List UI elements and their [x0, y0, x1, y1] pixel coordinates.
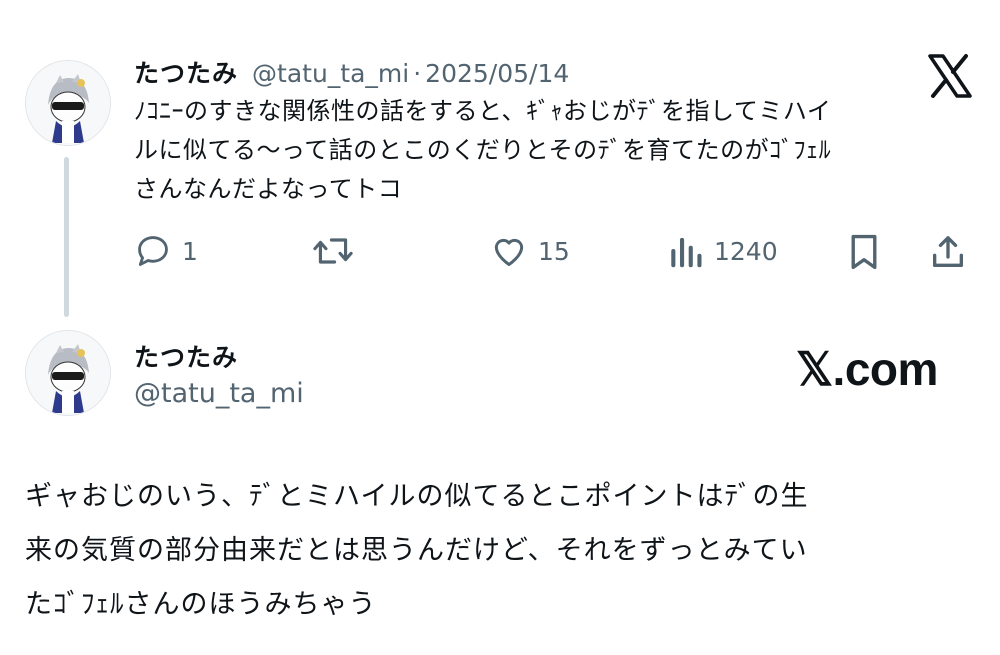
view-count: 1240 [714, 236, 778, 266]
reply-icon [138, 236, 168, 266]
like-count: 15 [538, 236, 570, 266]
views-icon [671, 237, 702, 268]
tweet-text: ﾉｺﾆｰのすきな関係性の話をすると、ｷﾞｬおじがﾃﾞを指してミハイ ルに似てる〜… [134, 92, 984, 209]
card-avatar[interactable] [25, 330, 111, 416]
thread-connector-line [64, 157, 69, 317]
avatar-image [26, 61, 110, 145]
retweet-button[interactable] [311, 232, 355, 270]
like-button[interactable]: 15 [490, 232, 570, 270]
card-author-name[interactable]: たつたみ [134, 338, 238, 374]
card-text-line: ギャおじのいう、ﾃﾞとミハイルの似てるとこポイントはﾃﾞの生 [25, 481, 809, 512]
avatar-image [26, 331, 110, 415]
tweet-text-line: ルに似てる〜って話のとこのくだりとそのﾃﾞを育てたのがｺﾞﾌｪﾙ [134, 136, 832, 164]
card-text: ギャおじのいう、ﾃﾞとミハイルの似てるとこポイントはﾃﾞの生 来の気質の部分由来… [25, 470, 985, 632]
share-button[interactable] [928, 232, 968, 272]
card-author-handle[interactable]: @tatu_ta_mi [134, 378, 304, 409]
share-icon [933, 236, 963, 267]
tweet-header: たつたみ @tatu_ta_mi · 2025/05/14 [134, 54, 569, 90]
reply-button[interactable]: 1 [134, 232, 198, 270]
tweet-text-line: ﾉｺﾆｰのすきな関係性の話をすると、ｷﾞｬおじがﾃﾞを指してミハイ [134, 97, 832, 125]
card-text-line: 来の気質の部分由来だとは思うんだけど、それをずっとみてい [25, 535, 808, 566]
retweet-icon [313, 238, 353, 264]
header-separator: · [413, 59, 422, 88]
views-button[interactable]: 1240 [668, 232, 778, 270]
card-text-line: たｺﾞﾌｪﾙさんのほうみちゃう [25, 589, 377, 620]
reply-count: 1 [182, 236, 198, 266]
tweet-avatar[interactable] [25, 60, 111, 146]
tweet-date[interactable]: 2025/05/14 [425, 59, 569, 88]
brand-domain: 𝕏.com [796, 343, 938, 395]
tweet-author-handle[interactable]: @tatu_ta_mi [252, 59, 409, 88]
heart-icon [494, 238, 524, 266]
tweet-author-name[interactable]: たつたみ [134, 54, 238, 90]
tweet-text-line: さんなんだよなってトコ [134, 175, 403, 203]
bookmark-icon [851, 234, 877, 270]
bookmark-button[interactable] [846, 232, 882, 272]
